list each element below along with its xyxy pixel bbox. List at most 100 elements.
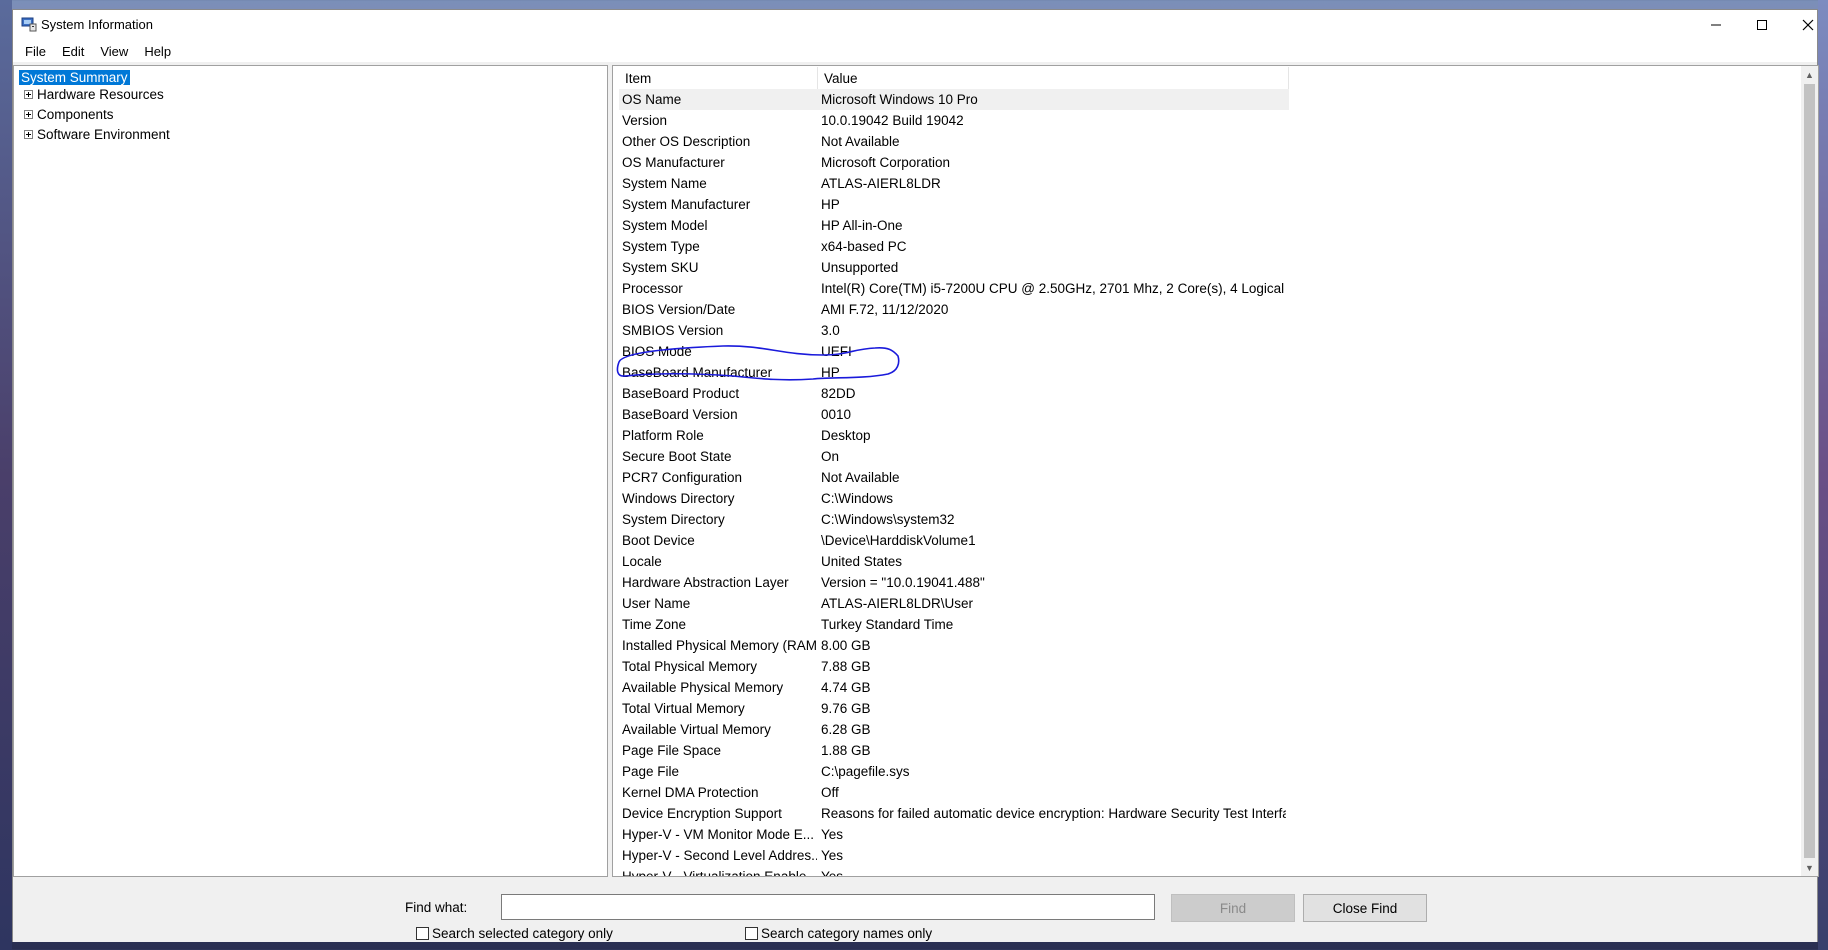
expand-icon[interactable] <box>24 110 33 119</box>
item-cell: System Directory <box>622 512 725 527</box>
item-cell: BIOS Mode <box>622 344 692 359</box>
value-cell: Microsoft Corporation <box>821 155 951 170</box>
table-row[interactable]: Hyper-V - VM Monitor Mode E... Yes <box>619 824 1289 845</box>
close-icon <box>1802 19 1814 31</box>
close-find-button[interactable]: Close Find <box>1303 894 1427 922</box>
search-selected-category-option[interactable]: Search selected category only <box>416 926 613 941</box>
table-row[interactable]: Hardware Abstraction Layer Version = "10.… <box>619 572 1289 593</box>
search-category-names-option[interactable]: Search category names only <box>745 926 932 941</box>
tree-item-software-environment[interactable]: Software Environment <box>24 125 170 144</box>
table-row[interactable]: OS Name Microsoft Windows 10 Pro <box>619 89 1289 110</box>
expand-icon[interactable] <box>24 90 33 99</box>
table-row[interactable]: Device Encryption Support Reasons for fai… <box>619 803 1289 824</box>
column-header-item[interactable]: Item <box>619 67 818 91</box>
table-row[interactable]: Secure Boot State On <box>619 446 1289 467</box>
table-row[interactable]: BIOS Mode UEFI <box>619 341 1289 362</box>
table-row[interactable]: Boot Device \Device\HarddiskVolume1 <box>619 530 1289 551</box>
value-cell: C:\Windows\system32 <box>821 512 955 527</box>
item-cell: BIOS Version/Date <box>622 302 736 317</box>
item-cell: Version <box>622 113 668 128</box>
table-row[interactable]: Installed Physical Memory (RAM) 8.00 GB <box>619 635 1289 656</box>
details-rows: OS Name Microsoft Windows 10 Pro Version 10… <box>619 89 1289 877</box>
value-cell: 7.88 GB <box>821 659 871 674</box>
close-button[interactable] <box>1785 10 1828 40</box>
find-what-input[interactable] <box>501 894 1155 920</box>
table-row[interactable]: System SKU Unsupported <box>619 257 1289 278</box>
table-row[interactable]: Page File C:\pagefile.sys <box>619 761 1289 782</box>
tree-item-label: Components <box>37 107 114 122</box>
item-cell: Time Zone <box>622 617 687 632</box>
table-row[interactable]: BaseBoard Version 0010 <box>619 404 1289 425</box>
table-row[interactable]: BaseBoard Product 82DD <box>619 383 1289 404</box>
table-row[interactable]: Hyper-V - Virtualization Enable... Yes <box>619 866 1289 877</box>
table-row[interactable]: Available Physical Memory 4.74 GB <box>619 677 1289 698</box>
tree-item-hardware-resources[interactable]: Hardware Resources <box>24 85 164 104</box>
value-cell: On <box>821 449 840 464</box>
expand-icon[interactable] <box>24 130 33 139</box>
menu-file[interactable]: File <box>17 44 54 59</box>
value-cell: 4.74 GB <box>821 680 871 695</box>
item-cell: Locale <box>622 554 662 569</box>
scroll-up-arrow-icon[interactable]: ▲ <box>1801 66 1818 83</box>
value-cell: 8.00 GB <box>821 638 871 653</box>
value-cell: 82DD <box>821 386 856 401</box>
table-row[interactable]: System Directory C:\Windows\system32 <box>619 509 1289 530</box>
value-cell: Intel(R) Core(TM) i5-7200U CPU @ 2.50GHz… <box>821 281 1286 296</box>
maximize-button[interactable] <box>1739 10 1785 40</box>
tree-item-components[interactable]: Components <box>24 105 114 124</box>
value-cell: Desktop <box>821 428 871 443</box>
item-cell: Windows Directory <box>622 491 735 506</box>
table-row[interactable]: BaseBoard Manufacturer HP <box>619 362 1289 383</box>
value-cell: Yes <box>821 848 844 863</box>
table-row[interactable]: System Type x64-based PC <box>619 236 1289 257</box>
table-row[interactable]: Windows Directory C:\Windows <box>619 488 1289 509</box>
column-header-value[interactable]: Value <box>818 67 1289 91</box>
table-row[interactable]: Locale United States <box>619 551 1289 572</box>
table-row[interactable]: PCR7 Configuration Not Available <box>619 467 1289 488</box>
item-cell: Hyper-V - Virtualization Enable... <box>622 869 817 877</box>
value-cell: HP <box>821 197 840 212</box>
table-row[interactable]: SMBIOS Version 3.0 <box>619 320 1289 341</box>
table-row[interactable]: Time Zone Turkey Standard Time <box>619 614 1289 635</box>
scroll-thumb[interactable] <box>1804 84 1815 858</box>
maximize-icon <box>1757 20 1767 30</box>
table-row[interactable]: Version 10.0.19042 Build 19042 <box>619 110 1289 131</box>
vertical-scrollbar[interactable]: ▲ ▼ <box>1801 66 1818 876</box>
item-cell: PCR7 Configuration <box>622 470 743 485</box>
table-row[interactable]: Other OS Description Not Available <box>619 131 1289 152</box>
table-row[interactable]: System Manufacturer HP <box>619 194 1289 215</box>
minimize-button[interactable] <box>1693 10 1739 40</box>
value-cell: United States <box>821 554 903 569</box>
menu-help[interactable]: Help <box>136 44 179 59</box>
table-row[interactable]: Available Virtual Memory 6.28 GB <box>619 719 1289 740</box>
item-cell: Available Physical Memory <box>622 680 784 695</box>
menu-view[interactable]: View <box>92 44 136 59</box>
table-row[interactable]: Processor Intel(R) Core(TM) i5-7200U CPU … <box>619 278 1289 299</box>
value-cell: C:\pagefile.sys <box>821 764 910 779</box>
search-selected-category-label: Search selected category only <box>432 926 613 941</box>
table-row[interactable]: System Name ATLAS-AIERL8LDR <box>619 173 1289 194</box>
value-cell: 1.88 GB <box>821 743 871 758</box>
table-row[interactable]: User Name ATLAS-AIERL8LDR\User <box>619 593 1289 614</box>
table-row[interactable]: OS Manufacturer Microsoft Corporation <box>619 152 1289 173</box>
find-what-label: Find what: <box>405 900 468 915</box>
table-row[interactable]: BIOS Version/Date AMI F.72, 11/12/2020 <box>619 299 1289 320</box>
search-category-names-checkbox[interactable] <box>745 927 758 940</box>
desktop-wallpaper-left <box>0 0 12 950</box>
find-button[interactable]: Find <box>1171 894 1295 922</box>
table-row[interactable]: Total Virtual Memory 9.76 GB <box>619 698 1289 719</box>
search-selected-category-checkbox[interactable] <box>416 927 429 940</box>
table-row[interactable]: Platform Role Desktop <box>619 425 1289 446</box>
table-row[interactable]: Total Physical Memory 7.88 GB <box>619 656 1289 677</box>
table-row[interactable]: System Model HP All-in-One <box>619 215 1289 236</box>
value-cell: x64-based PC <box>821 239 907 254</box>
table-row[interactable]: Page File Space 1.88 GB <box>619 740 1289 761</box>
menu-edit[interactable]: Edit <box>54 44 92 59</box>
value-cell: ATLAS-AIERL8LDR\User <box>821 596 974 611</box>
tree-item-label: Hardware Resources <box>37 87 164 102</box>
item-cell: System Manufacturer <box>622 197 751 212</box>
table-row[interactable]: Hyper-V - Second Level Addres... Yes <box>619 845 1289 866</box>
table-row[interactable]: Kernel DMA Protection Off <box>619 782 1289 803</box>
scroll-down-arrow-icon[interactable]: ▼ <box>1801 859 1818 876</box>
details-list: Item Value OS Name Microsoft Windows 10 P… <box>612 65 1819 877</box>
